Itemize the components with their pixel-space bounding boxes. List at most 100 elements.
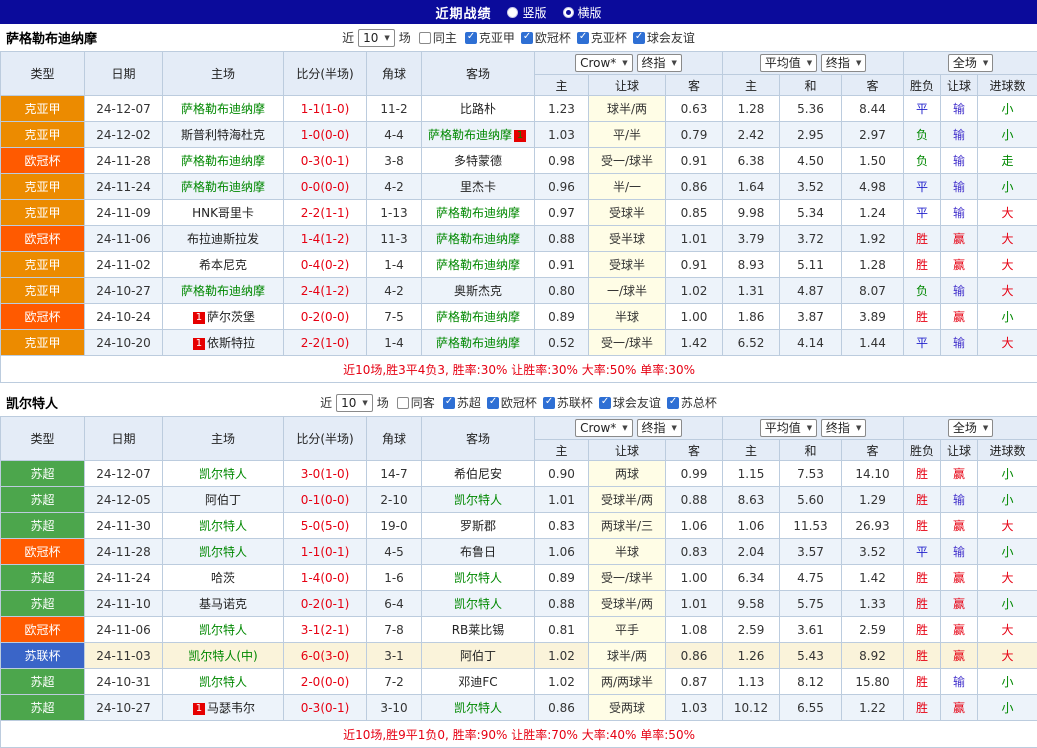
away-team[interactable]: 凯尔特人	[422, 565, 535, 591]
home-team[interactable]: 斯普利特海杜克	[163, 122, 284, 148]
home-team[interactable]: 基马诺克	[163, 591, 284, 617]
home-team[interactable]: 萨格勒布迪纳摩	[163, 96, 284, 122]
home-team[interactable]: 阿伯丁	[163, 487, 284, 513]
match-score[interactable]: 0-1(0-0)	[284, 487, 367, 513]
league-checkbox[interactable]	[667, 397, 679, 409]
match-score[interactable]: 0-4(0-2)	[284, 252, 367, 278]
match-score[interactable]: 2-2(1-0)	[284, 330, 367, 356]
match-score[interactable]: 1-4(1-2)	[284, 226, 367, 252]
home-team[interactable]: 1依斯特拉	[163, 330, 284, 356]
league-filter[interactable]: 苏超	[443, 394, 481, 411]
away-team[interactable]: 萨格勒布迪纳摩1	[422, 122, 535, 148]
home-team[interactable]: 凯尔特人	[163, 461, 284, 487]
layout-radio-vertical[interactable]: 竖版	[507, 4, 546, 21]
match-score[interactable]: 0-0(0-0)	[284, 174, 367, 200]
league-checkbox[interactable]	[521, 32, 533, 44]
same-venue-filter[interactable]: 同主	[419, 29, 457, 46]
home-team[interactable]: 希本尼克	[163, 252, 284, 278]
away-team[interactable]: 萨格勒布迪纳摩	[422, 252, 535, 278]
away-team[interactable]: 凯尔特人	[422, 695, 535, 721]
league-checkbox[interactable]	[633, 32, 645, 44]
away-team[interactable]: RB莱比锡	[422, 617, 535, 643]
same-venue-checkbox[interactable]	[397, 397, 409, 409]
radio-icon[interactable]	[507, 7, 518, 18]
league-checkbox[interactable]	[577, 32, 589, 44]
avg-odds-select[interactable]: 平均值▼	[760, 419, 817, 437]
result-handicap: 赢	[941, 695, 978, 721]
league-filter[interactable]: 苏联杯	[543, 394, 593, 411]
league-filter[interactable]: 球会友谊	[633, 29, 695, 46]
same-venue-checkbox[interactable]	[419, 32, 431, 44]
away-team[interactable]: 凯尔特人	[422, 591, 535, 617]
home-team[interactable]: 凯尔特人	[163, 539, 284, 565]
away-team[interactable]: 罗斯郡	[422, 513, 535, 539]
league-filter[interactable]: 克亚甲	[465, 29, 515, 46]
league-checkbox[interactable]	[487, 397, 499, 409]
match-count-select[interactable]: 10▼	[358, 29, 395, 47]
radio-icon[interactable]	[563, 7, 574, 18]
odds-stage-select[interactable]: 终指▼	[637, 419, 682, 437]
home-team[interactable]: 凯尔特人	[163, 513, 284, 539]
league-filter[interactable]: 克亚杯	[577, 29, 627, 46]
avg-stage-select[interactable]: 终指▼	[821, 419, 866, 437]
away-team[interactable]: 布鲁日	[422, 539, 535, 565]
match-score[interactable]: 2-4(1-2)	[284, 278, 367, 304]
away-team[interactable]: 奥斯杰克	[422, 278, 535, 304]
away-team[interactable]: 萨格勒布迪纳摩	[422, 200, 535, 226]
match-score[interactable]: 3-0(1-0)	[284, 461, 367, 487]
away-team[interactable]: 希伯尼安	[422, 461, 535, 487]
bookmaker-select[interactable]: Crow*▼	[575, 54, 633, 72]
league-filter[interactable]: 球会友谊	[599, 394, 661, 411]
bookmaker-select[interactable]: Crow*▼	[575, 419, 633, 437]
match-score[interactable]: 2-0(0-0)	[284, 669, 367, 695]
match-count-select[interactable]: 10▼	[336, 394, 373, 412]
league-filter[interactable]: 欧冠杯	[487, 394, 537, 411]
league-checkbox[interactable]	[543, 397, 555, 409]
match-score[interactable]: 1-4(0-0)	[284, 565, 367, 591]
match-score[interactable]: 5-0(5-0)	[284, 513, 367, 539]
away-team[interactable]: 凯尔特人	[422, 487, 535, 513]
scope-select[interactable]: 全场▼	[948, 54, 993, 72]
away-team[interactable]: 萨格勒布迪纳摩	[422, 304, 535, 330]
league-checkbox[interactable]	[599, 397, 611, 409]
home-team[interactable]: HNK哥里卡	[163, 200, 284, 226]
league-filter[interactable]: 欧冠杯	[521, 29, 571, 46]
away-team[interactable]: 多特蒙德	[422, 148, 535, 174]
home-team[interactable]: 萨格勒布迪纳摩	[163, 148, 284, 174]
match-score[interactable]: 3-1(2-1)	[284, 617, 367, 643]
match-score[interactable]: 0-3(0-1)	[284, 695, 367, 721]
league-checkbox[interactable]	[443, 397, 455, 409]
match-score[interactable]: 2-2(1-1)	[284, 200, 367, 226]
scope-select[interactable]: 全场▼	[948, 419, 993, 437]
same-venue-filter[interactable]: 同客	[397, 394, 435, 411]
home-team[interactable]: 凯尔特人	[163, 669, 284, 695]
home-team[interactable]: 凯尔特人(中)	[163, 643, 284, 669]
league-checkbox[interactable]	[465, 32, 477, 44]
away-team[interactable]: 萨格勒布迪纳摩	[422, 226, 535, 252]
away-team[interactable]: 萨格勒布迪纳摩	[422, 330, 535, 356]
league-filter[interactable]: 苏总杯	[667, 394, 717, 411]
home-team[interactable]: 萨格勒布迪纳摩	[163, 174, 284, 200]
odds-stage-select[interactable]: 终指▼	[637, 54, 682, 72]
home-team[interactable]: 凯尔特人	[163, 617, 284, 643]
result-outcome: 平	[904, 200, 941, 226]
match-score[interactable]: 0-3(0-1)	[284, 148, 367, 174]
match-score[interactable]: 6-0(3-0)	[284, 643, 367, 669]
home-team[interactable]: 1马瑟韦尔	[163, 695, 284, 721]
match-score[interactable]: 1-1(1-0)	[284, 96, 367, 122]
home-team[interactable]: 萨格勒布迪纳摩	[163, 278, 284, 304]
home-team[interactable]: 哈茨	[163, 565, 284, 591]
match-score[interactable]: 0-2(0-0)	[284, 304, 367, 330]
match-score[interactable]: 1-0(0-0)	[284, 122, 367, 148]
match-score[interactable]: 0-2(0-1)	[284, 591, 367, 617]
avg-odds-select[interactable]: 平均值▼	[760, 54, 817, 72]
away-team[interactable]: 比路朴	[422, 96, 535, 122]
away-team[interactable]: 里杰卡	[422, 174, 535, 200]
away-team[interactable]: 阿伯丁	[422, 643, 535, 669]
home-team[interactable]: 布拉迪斯拉发	[163, 226, 284, 252]
match-score[interactable]: 1-1(0-1)	[284, 539, 367, 565]
layout-radio-horizontal[interactable]: 横版	[563, 4, 602, 21]
avg-stage-select[interactable]: 终指▼	[821, 54, 866, 72]
home-team[interactable]: 1萨尔茨堡	[163, 304, 284, 330]
away-team[interactable]: 邓迪FC	[422, 669, 535, 695]
